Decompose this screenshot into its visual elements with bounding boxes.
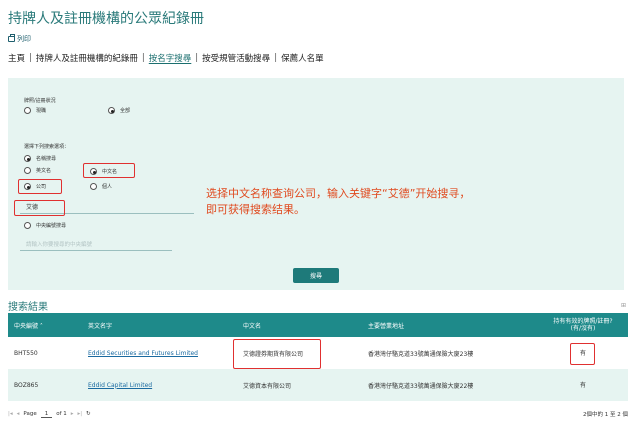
nav-sponsor-list[interactable]: 保薦人名單 <box>281 52 324 64</box>
nav-search-by-activity[interactable]: 按受規管活動搜尋 <box>202 52 270 64</box>
status-all-label: 全部 <box>120 108 131 114</box>
annotation-line: 选择中文名称查询公司，输入关键字“艾德”开始搜寻， <box>206 187 471 200</box>
row-chinese-name: 艾德資本有限公司 <box>243 382 292 390</box>
status-current-radio[interactable]: 現職 <box>24 107 46 114</box>
print-link[interactable]: 列印 <box>8 34 31 44</box>
nav-search-by-name[interactable]: 按名字搜尋 <box>149 52 192 64</box>
status-all-radio[interactable]: 全部 <box>108 107 130 114</box>
ceref-search-radio[interactable]: 中央編號搜尋 <box>24 222 66 229</box>
col-valid-licence-line2: (有/沒有) <box>570 325 596 332</box>
nav-home[interactable]: 主頁 <box>8 52 25 64</box>
highlight-box <box>570 343 595 365</box>
individual-label: 個人 <box>102 184 113 190</box>
results-title: 搜索結果 <box>8 302 48 313</box>
table-header: 中央編號 ˄ 英文名字 中文名 主要營業地址 持有有效的牌照/註冊? (有/沒有… <box>8 313 628 337</box>
next-page-icon[interactable]: ▸ <box>71 411 74 417</box>
radio-icon <box>24 107 31 114</box>
page-label: Page <box>23 411 37 417</box>
printer-icon <box>8 34 15 42</box>
col-valid-licence-line1: 持有有效的牌照/註冊? <box>553 318 613 325</box>
row-address: 香港灣仔駱克道33號萬通保險大廈23樓 <box>368 350 474 358</box>
status-current-label: 現職 <box>36 108 47 114</box>
radio-icon <box>24 167 31 174</box>
table-row: BOZ865 Eddid Capital Limited 艾德資本有限公司 香港… <box>8 369 628 401</box>
annotation-line: 即可获得搜索结果。 <box>206 203 305 216</box>
last-page-icon[interactable]: ▸| <box>78 411 83 417</box>
col-ce-number[interactable]: 中央編號 ˄ <box>14 321 43 330</box>
col-address[interactable]: 主要營業地址 <box>368 321 404 330</box>
name-search-radio[interactable]: 名稱搜尋 <box>24 155 56 162</box>
pagination: |◂ ◂ Page 1 of 1 ▸ ▸| ↻ 2個中的 1 至 2 個 <box>8 410 628 419</box>
ceref-input[interactable]: 請輸入你要搜尋的中央編號 <box>20 241 172 251</box>
highlight-box <box>18 179 62 194</box>
nav-separator: | <box>195 53 199 63</box>
nav-separator: | <box>141 53 145 63</box>
name-search-label: 名稱搜尋 <box>36 156 57 162</box>
radio-icon <box>90 183 97 190</box>
highlight-box <box>233 339 321 369</box>
status-label: 牌照/註冊狀況 <box>24 98 56 104</box>
nav-separator: | <box>29 53 32 63</box>
refresh-icon[interactable]: ↻ <box>86 411 91 417</box>
english-name-label: 英文名 <box>36 168 52 174</box>
col-english-name[interactable]: 英文名字 <box>88 321 112 330</box>
radio-icon <box>24 222 31 229</box>
radio-selected-icon <box>108 107 115 114</box>
breadcrumb-nav: 主頁 | 持牌人及註冊機構的紀錄冊 | 按名字搜尋 | 按受規管活動搜尋 | 保… <box>8 52 324 64</box>
highlight-box <box>14 200 65 216</box>
radio-selected-icon <box>24 155 31 162</box>
nav-register[interactable]: 持牌人及註冊機構的紀錄冊 <box>36 52 138 64</box>
ceref-search-label: 中央編號搜尋 <box>36 223 67 229</box>
print-label: 列印 <box>17 35 31 43</box>
row-ce: BHT550 <box>14 349 38 357</box>
search-button[interactable]: 搜尋 <box>293 268 339 283</box>
individual-radio[interactable]: 個人 <box>90 183 112 190</box>
english-name-radio[interactable]: 英文名 <box>24 167 51 174</box>
choose-options-label: 選擇下列搜索選項： <box>24 144 70 150</box>
col-valid-licence[interactable]: 持有有效的牌照/註冊? (有/沒有) <box>543 318 623 332</box>
page-of-label: of 1 <box>56 411 67 417</box>
row-valid: 有 <box>579 381 586 389</box>
row-address: 香港灣仔駱克道33號萬通保險大廈22樓 <box>368 382 474 390</box>
annotation-text: 选择中文名称查询公司，输入关键字“艾德”开始搜寻， 即可获得搜索结果。 <box>206 186 470 218</box>
row-english-link[interactable]: Eddid Securities and Futures Limited <box>88 350 198 357</box>
page-title: 持牌人及註冊機構的公眾紀錄冊 <box>8 11 204 27</box>
prev-page-icon[interactable]: ◂ <box>17 411 20 417</box>
nav-separator: | <box>274 53 278 63</box>
highlight-box <box>83 163 135 178</box>
expand-icon[interactable]: ⊞ <box>621 302 626 309</box>
page-number-input[interactable]: 1 <box>40 411 53 418</box>
record-count: 2個中的 1 至 2 個 <box>583 412 628 418</box>
first-page-icon[interactable]: |◂ <box>8 411 13 417</box>
row-english-link[interactable]: Eddid Capital Limited <box>88 382 152 389</box>
row-ce: BOZ865 <box>14 381 39 389</box>
col-chinese-name[interactable]: 中文名 <box>243 321 261 330</box>
